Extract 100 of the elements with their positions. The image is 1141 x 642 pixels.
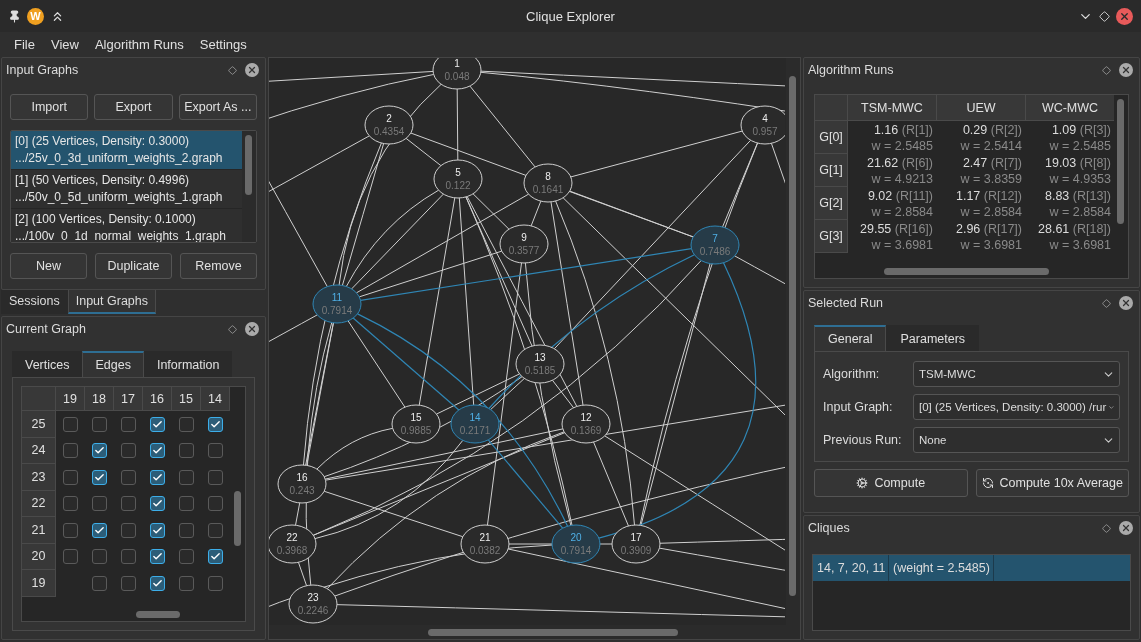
edge-checkbox[interactable] [92, 496, 107, 512]
scrollbar-handle[interactable] [428, 628, 678, 636]
edge-checkbox[interactable] [208, 416, 223, 432]
graph-node[interactable]: 8 0.1641 [523, 163, 573, 203]
edge-checkbox[interactable] [121, 522, 136, 538]
compute-button[interactable]: Compute [814, 469, 968, 497]
edge-checkbox[interactable] [208, 549, 223, 565]
close-icon[interactable] [1119, 63, 1133, 77]
menu-item[interactable]: View [42, 34, 87, 55]
graph-node[interactable]: 17 0.3909 [611, 524, 661, 564]
edge-checkbox[interactable] [92, 522, 107, 538]
toolbar-button[interactable]: Export As ... [178, 94, 257, 120]
edge-checkbox[interactable] [92, 549, 107, 565]
edge-checkbox[interactable] [179, 496, 194, 512]
float-icon[interactable] [1102, 65, 1111, 75]
graph-list-item[interactable]: [0] (25 Vertices, Density: 0.3000) .../25v_0_3d_uniform_weights_2.graph [11, 131, 242, 170]
dropdown[interactable]: TSM-MWC [913, 361, 1120, 387]
edge-checkbox[interactable] [121, 575, 136, 591]
edge-checkbox[interactable] [63, 443, 78, 459]
graph-node[interactable]: 14 0.2171 [450, 404, 500, 444]
edge-checkbox[interactable] [63, 522, 78, 538]
scrollbar-handle[interactable] [789, 76, 796, 596]
maximize-icon[interactable] [1099, 10, 1110, 22]
toolbar-button[interactable]: Import [10, 94, 89, 120]
edge-checkbox[interactable] [150, 443, 165, 459]
tab[interactable]: Information [143, 351, 233, 377]
edge-checkbox[interactable] [92, 416, 107, 432]
float-icon[interactable] [1102, 523, 1111, 533]
graph-node[interactable]: 1 0.048 [432, 58, 482, 90]
scrollbar-handle[interactable] [1117, 99, 1124, 224]
tab[interactable]: Edges [82, 351, 144, 377]
close-icon[interactable] [1116, 7, 1133, 25]
close-icon[interactable] [1119, 296, 1133, 310]
float-icon[interactable] [228, 65, 237, 75]
edge-checkbox[interactable] [92, 443, 107, 459]
graph-node[interactable]: 23 0.2246 [288, 584, 338, 624]
edge-checkbox[interactable] [179, 416, 194, 432]
edge-checkbox[interactable] [150, 496, 165, 512]
edge-checkbox[interactable] [150, 469, 165, 485]
graph-node[interactable]: 5 0.122 [433, 159, 483, 199]
edge-checkbox[interactable] [150, 522, 165, 538]
close-icon[interactable] [245, 322, 259, 336]
graph-node[interactable]: 21 0.0382 [460, 524, 510, 564]
edge-checkbox[interactable] [179, 443, 194, 459]
edge-checkbox[interactable] [121, 443, 136, 459]
edge-checkbox[interactable] [121, 469, 136, 485]
scrollbar-handle[interactable] [884, 267, 1049, 275]
edge-checkbox[interactable] [150, 416, 165, 432]
menu-item[interactable]: File [6, 34, 43, 55]
graph-node[interactable]: 16 0.243 [277, 464, 327, 504]
edge-checkbox[interactable] [208, 522, 223, 538]
menu-item[interactable]: Settings [191, 34, 255, 55]
edge-checkbox[interactable] [179, 549, 194, 565]
edge-checkbox[interactable] [121, 549, 136, 565]
edge-checkbox[interactable] [63, 469, 78, 485]
float-icon[interactable] [228, 324, 237, 334]
edge-checkbox[interactable] [179, 469, 194, 485]
graph-node[interactable]: 7 0.7486 [690, 225, 740, 265]
edge-checkbox[interactable] [150, 575, 165, 591]
tab[interactable]: Sessions [1, 290, 68, 314]
edge-checkbox[interactable] [208, 443, 223, 459]
graph-node[interactable]: 4 0.957 [740, 105, 785, 145]
edge-checkbox[interactable] [92, 575, 107, 591]
edge-checkbox[interactable] [121, 496, 136, 512]
edge-checkbox[interactable] [208, 575, 223, 591]
dropdown[interactable]: [0] (25 Vertices, Density: 0.3000) /rur [913, 394, 1120, 420]
graph-node[interactable]: 15 0.9885 [391, 404, 441, 444]
edge-checkbox[interactable] [179, 522, 194, 538]
edge-checkbox[interactable] [121, 416, 136, 432]
graph-list-item[interactable]: [1] (50 Vertices, Density: 0.4996) .../50v_0_5d_uniform_weights_1.graph [11, 170, 242, 209]
edge-checkbox[interactable] [63, 416, 78, 432]
edge-checkbox[interactable] [179, 575, 194, 591]
menu-item[interactable]: Algorithm Runs [86, 34, 192, 55]
scrollbar-handle[interactable] [136, 610, 180, 618]
scrollbar-handle[interactable] [245, 135, 252, 195]
close-icon[interactable] [1119, 521, 1133, 535]
toolbar-button[interactable]: Export [94, 94, 173, 120]
toolbar-button[interactable]: New [10, 253, 87, 279]
tab[interactable]: Parameters [886, 325, 980, 351]
edge-checkbox[interactable] [63, 549, 78, 565]
dropdown[interactable]: None [913, 427, 1120, 453]
edge-checkbox[interactable] [208, 496, 223, 512]
graph-node[interactable]: 11 0.7914 [312, 284, 362, 324]
toolbar-button[interactable]: Duplicate [95, 253, 172, 279]
graph-node[interactable]: 2 0.4354 [364, 105, 414, 145]
compute-button[interactable]: Compute 10x Average [975, 469, 1129, 497]
graph-node[interactable]: 9 0.3577 [499, 224, 549, 264]
edge-checkbox[interactable] [92, 469, 107, 485]
toolbar-button[interactable]: Remove [180, 253, 257, 279]
graph-node[interactable]: 22 0.3968 [269, 524, 317, 564]
graph-node[interactable]: 12 0.1369 [561, 404, 611, 444]
edge-checkbox[interactable] [208, 469, 223, 485]
clique-row[interactable]: 14, 7, 20, 11 (weight = 2.5485) [813, 555, 1130, 581]
float-icon[interactable] [1102, 298, 1111, 308]
close-icon[interactable] [245, 63, 259, 77]
scrollbar-handle[interactable] [234, 491, 241, 546]
tab[interactable]: Vertices [12, 351, 83, 377]
tab[interactable]: Input Graphs [67, 290, 156, 314]
edge-checkbox[interactable] [63, 496, 78, 512]
graph-node[interactable]: 20 0.7914 [551, 524, 601, 564]
